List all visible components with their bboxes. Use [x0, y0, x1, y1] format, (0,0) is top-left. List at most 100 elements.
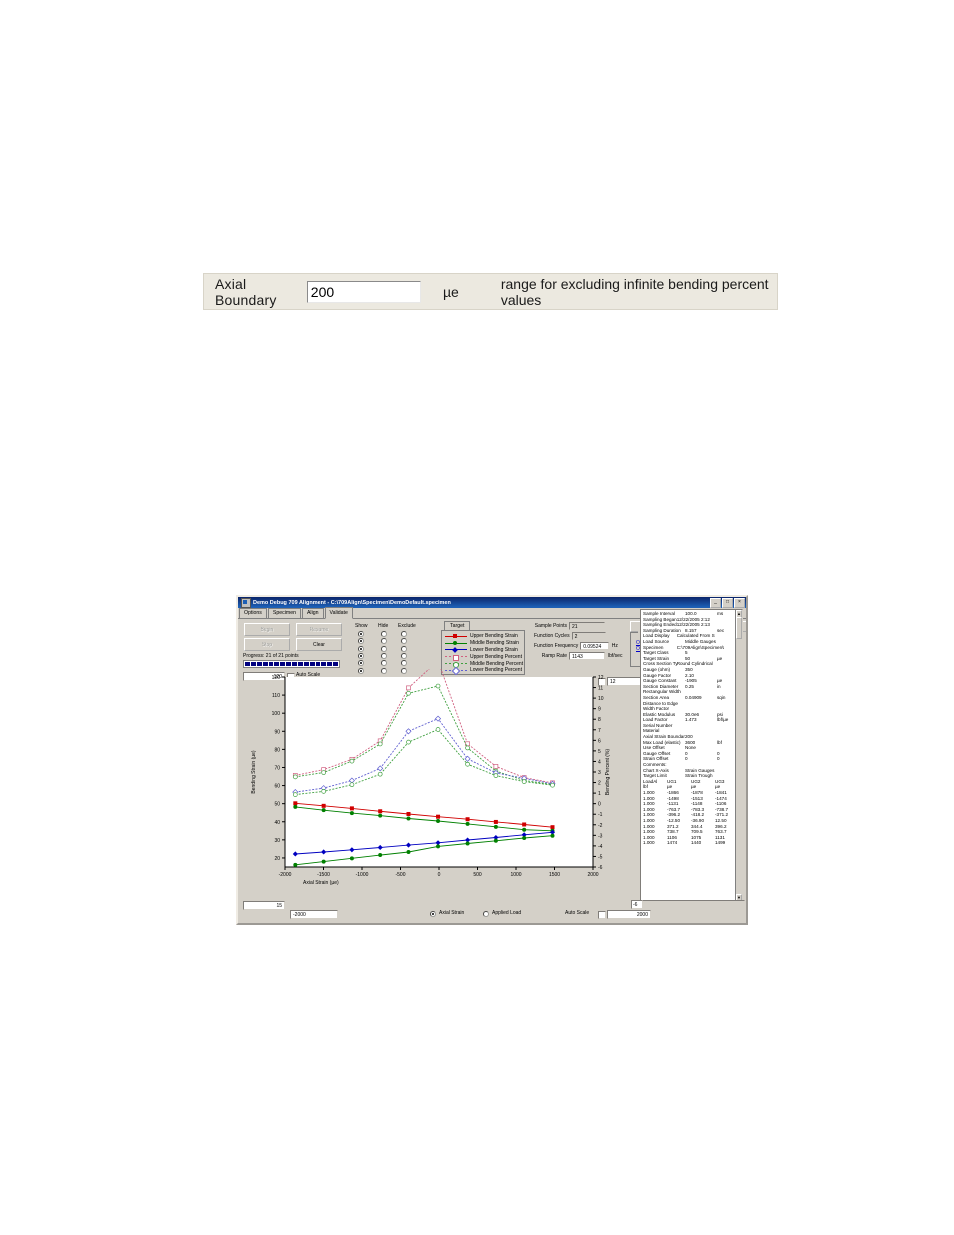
- tab-specimen[interactable]: Specimen: [267, 608, 301, 618]
- svg-text:30: 30: [274, 838, 280, 844]
- close-button[interactable]: ×: [734, 597, 745, 608]
- progress-block: [333, 662, 338, 666]
- window-titlebar: Demo Debug 709 Alignment - C:\709Align\S…: [238, 597, 746, 608]
- series-show-radio[interactable]: [358, 638, 364, 645]
- axial-boundary-input[interactable]: 200: [306, 280, 421, 303]
- scroll-thumb[interactable]: [736, 617, 742, 639]
- application-window: Demo Debug 709 Alignment - C:\709Align\S…: [236, 595, 748, 925]
- svg-text:-1: -1: [598, 812, 603, 818]
- radio-axial-strain-label: Axial Strain: [439, 910, 465, 916]
- function-cycles-row: Function Cycles 2: [534, 631, 624, 641]
- axial-boundary-unit: µe: [442, 283, 459, 300]
- app-icon: [241, 597, 251, 608]
- progress-block: [268, 662, 274, 666]
- properties-horizontal-scrollbar[interactable]: [640, 900, 745, 909]
- tab-align[interactable]: Align: [301, 608, 324, 618]
- svg-text:-3: -3: [598, 833, 603, 839]
- specimen-properties-list: Sample Interval 100.0 ms Sampling Began 12/2…: [641, 610, 741, 846]
- svg-text:-2000: -2000: [279, 872, 292, 878]
- series-show-radio[interactable]: [358, 645, 364, 652]
- tab-validate[interactable]: Validate: [324, 607, 353, 619]
- maximize-button[interactable]: □: [722, 597, 733, 608]
- chart-svg[interactable]: 2030405060708090100110120-6-5-4-3-2-1012…: [241, 669, 637, 897]
- function-cycles-field: 2: [571, 632, 606, 640]
- svg-text:120: 120: [272, 675, 281, 681]
- legend-item: Upper Bending Percent: [445, 653, 522, 661]
- progress-block: [315, 662, 321, 666]
- svg-text:8: 8: [598, 717, 601, 723]
- svg-text:3: 3: [598, 770, 601, 776]
- progress-block: [303, 662, 309, 666]
- x-axis-max-input[interactable]: 2000: [607, 910, 651, 919]
- series-exclude-radio[interactable]: [401, 645, 407, 652]
- svg-text:1: 1: [598, 791, 601, 797]
- progress-block: [245, 662, 250, 666]
- acquisition-fields: Sample Points 21 Function Cycles 2 Funct…: [534, 621, 624, 661]
- exclude-column-label: Exclude: [398, 623, 416, 629]
- series-hide-radio[interactable]: [381, 631, 387, 637]
- begin-button[interactable]: Begin: [244, 623, 290, 636]
- legend-item: Upper Bending Strain: [445, 633, 521, 640]
- svg-text:10: 10: [598, 696, 604, 702]
- progress-block: [327, 662, 333, 666]
- table-cell: 1.000: [643, 840, 655, 846]
- svg-text:0: 0: [438, 872, 441, 878]
- svg-text:60: 60: [274, 784, 280, 790]
- function-frequency-label: Function Frequency: [534, 643, 579, 649]
- resume-button[interactable]: Resume: [296, 623, 342, 636]
- series-hide-radio[interactable]: [381, 652, 387, 659]
- axial-boundary-description: range for excluding infinite bending per…: [500, 275, 769, 308]
- clear-button[interactable]: Clear: [296, 638, 342, 651]
- specimen-properties-panel[interactable]: Sample Interval 100.0 ms Sampling Began 12/2…: [640, 609, 743, 903]
- progress-block: [262, 662, 268, 666]
- properties-scrollbar[interactable]: ▲ ▼: [735, 610, 742, 902]
- right-axis-min-input[interactable]: -6: [631, 900, 643, 909]
- series-hide-radio[interactable]: [381, 660, 387, 667]
- minimize-button[interactable]: _: [710, 597, 721, 608]
- series-exclude-radio[interactable]: [401, 660, 407, 667]
- ramp-rate-field[interactable]: 1143: [569, 652, 605, 660]
- legend-item: Lower Bending Strain: [445, 647, 521, 654]
- x-axis-auto-scale-label: Auto Scale: [565, 910, 590, 916]
- series-exclude-radio[interactable]: [401, 631, 407, 637]
- radio-applied-load[interactable]: [483, 911, 489, 917]
- svg-text:70: 70: [274, 765, 280, 771]
- svg-text:20: 20: [274, 856, 280, 862]
- series-hide-radio[interactable]: [381, 645, 387, 652]
- ramp-rate-label: Ramp Rate: [541, 653, 567, 659]
- function-frequency-field[interactable]: 0.09524: [580, 642, 609, 650]
- svg-text:90: 90: [274, 729, 280, 735]
- tab-options[interactable]: Options: [239, 608, 267, 618]
- svg-text:6: 6: [598, 738, 601, 744]
- function-cycles-label: Function Cycles: [534, 633, 570, 639]
- legend-item: Middle Bending Strain: [445, 640, 521, 647]
- svg-text:4: 4: [598, 759, 601, 765]
- radio-axial-strain[interactable]: [430, 911, 436, 917]
- series-hide-radio[interactable]: [381, 638, 387, 645]
- svg-text:-500: -500: [395, 872, 405, 878]
- legend-label: Upper Bending Strain: [470, 633, 518, 640]
- legend-swatch: [445, 661, 467, 668]
- series-show-radio[interactable]: [358, 652, 364, 659]
- sample-points-field: 21: [569, 622, 605, 630]
- progress-label: Progress: 21 of 21 points: [243, 653, 299, 659]
- series-show-radio[interactable]: [358, 660, 364, 667]
- axial-boundary-panel: Axial Boundary 200 µe range for excludin…: [203, 273, 778, 310]
- x-axis-auto-scale-checkbox[interactable]: [598, 911, 606, 919]
- svg-text:-2: -2: [598, 823, 603, 829]
- svg-text:9: 9: [598, 707, 601, 713]
- series-show-radio[interactable]: [358, 631, 364, 637]
- progress-block: [256, 662, 262, 666]
- series-exclude-radio[interactable]: [401, 652, 407, 659]
- svg-text:50: 50: [274, 802, 280, 808]
- series-exclude-radio[interactable]: [401, 638, 407, 645]
- svg-text:Axial Strain (µe): Axial Strain (µe): [303, 880, 339, 886]
- svg-text:-5: -5: [598, 854, 603, 860]
- y-axis-min-input[interactable]: 15: [243, 901, 285, 910]
- x-axis-min-input[interactable]: -2000: [290, 910, 338, 919]
- svg-text:1000: 1000: [510, 872, 521, 878]
- svg-text:100: 100: [272, 711, 281, 717]
- legend-swatch: [445, 647, 467, 653]
- stop-button[interactable]: Stop: [244, 638, 290, 651]
- svg-text:1500: 1500: [549, 872, 560, 878]
